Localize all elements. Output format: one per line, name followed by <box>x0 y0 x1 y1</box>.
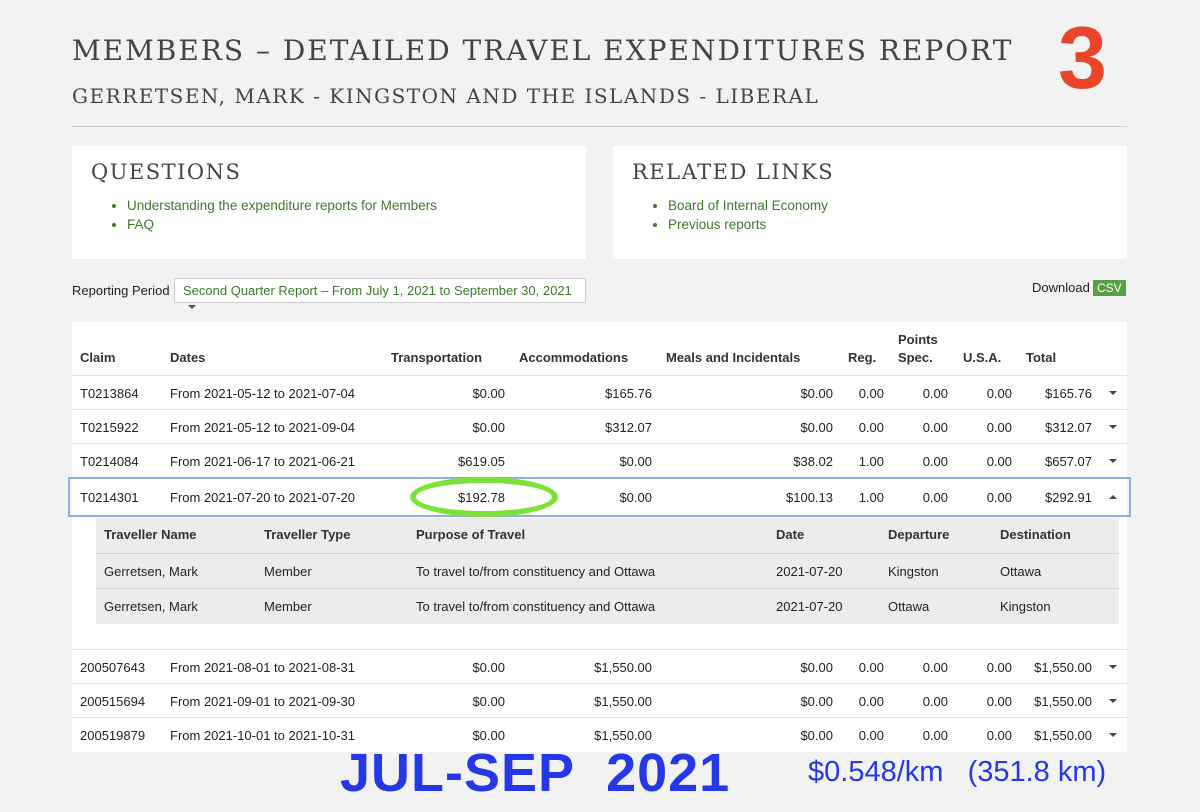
questions-title: QUESTIONS <box>91 160 242 184</box>
header-total: Total <box>1026 350 1057 365</box>
table-row-selected[interactable]: T0214301 From 2021-07-20 to 2021-07-20 $… <box>68 477 1131 517</box>
table-row[interactable]: 200515694 From 2021-09-01 to 2021-09-30 … <box>72 683 1127 717</box>
chevron-down-icon[interactable] <box>1109 425 1117 429</box>
table-row[interactable]: T0213864 From 2021-05-12 to 2021-07-04 $… <box>72 375 1127 409</box>
detail-header-destination: Destination <box>1000 527 1071 542</box>
travel-detail-table: Traveller Name Traveller Type Purpose of… <box>96 518 1119 624</box>
header-meals: Meals and Incidentals <box>666 350 801 365</box>
header-accommodations: Accommodations <box>519 350 629 365</box>
detail-row: Gerretsen, Mark Member To travel to/from… <box>96 588 1119 623</box>
header-usa: U.S.A. <box>963 350 1002 365</box>
detail-header-name: Traveller Name <box>104 527 197 542</box>
reporting-period-select[interactable]: Second Quarter Report – From July 1, 202… <box>174 278 586 309</box>
chevron-down-icon <box>188 304 196 309</box>
header-spec: Spec. <box>898 350 933 365</box>
table-row[interactable]: 200507643 From 2021-08-01 to 2021-08-31 … <box>72 649 1127 683</box>
related-links-panel: RELATED LINKS Board of Internal Economy … <box>613 146 1127 259</box>
reporting-period-label: Reporting Period <box>72 283 170 298</box>
questions-link-faq[interactable]: FAQ <box>127 215 437 234</box>
header-divider <box>72 126 1127 127</box>
download-label: Download <box>1032 280 1090 295</box>
overlay-number: 3 <box>1058 8 1107 107</box>
download-csv-button[interactable]: CSV <box>1093 280 1126 296</box>
related-links-list: Board of Internal Economy Previous repor… <box>668 196 828 234</box>
detail-header-purpose: Purpose of Travel <box>416 527 526 542</box>
expenditures-table: Claim Dates Transportation Accommodation… <box>68 322 1131 752</box>
chevron-down-icon[interactable] <box>1109 733 1117 737</box>
page-title: MEMBERS – DETAILED TRAVEL EXPENDITURES R… <box>72 34 1014 67</box>
detail-header-date: Date <box>776 527 805 542</box>
period-annotation: JUL-SEP 2021 <box>340 743 731 803</box>
chevron-down-icon[interactable] <box>1109 699 1117 703</box>
chevron-down-icon[interactable] <box>1109 665 1117 669</box>
header-claim: Claim <box>80 350 116 365</box>
questions-links: Understanding the expenditure reports fo… <box>127 196 437 234</box>
related-links-title: RELATED LINKS <box>632 160 835 184</box>
header-points: Points <box>898 332 938 347</box>
detail-row: Gerretsen, Mark Member To travel to/from… <box>96 553 1119 588</box>
related-link-previous[interactable]: Previous reports <box>668 215 828 234</box>
highlight-ring <box>410 477 558 517</box>
header-transportation: Transportation <box>391 350 483 365</box>
chevron-down-icon[interactable] <box>1109 391 1117 395</box>
rate-annotation: $0.548/km (351.8 km) <box>808 756 1107 788</box>
header-reg: Reg. <box>848 350 877 365</box>
table-row[interactable]: T0215922 From 2021-05-12 to 2021-09-04 $… <box>72 409 1127 443</box>
detail-header-departure: Departure <box>888 527 950 542</box>
header-dates: Dates <box>170 350 206 365</box>
chevron-down-icon[interactable] <box>1109 459 1117 463</box>
related-link-board[interactable]: Board of Internal Economy <box>668 196 828 215</box>
page-subtitle: GERRETSEN, MARK - KINGSTON AND THE ISLAN… <box>72 84 820 108</box>
questions-panel: QUESTIONS Understanding the expenditure … <box>72 146 586 259</box>
table-row[interactable]: T0214084 From 2021-06-17 to 2021-06-21 $… <box>72 443 1127 477</box>
questions-link-understanding[interactable]: Understanding the expenditure reports fo… <box>127 196 437 215</box>
detail-header-type: Traveller Type <box>264 527 351 542</box>
chevron-up-icon[interactable] <box>1109 495 1117 499</box>
